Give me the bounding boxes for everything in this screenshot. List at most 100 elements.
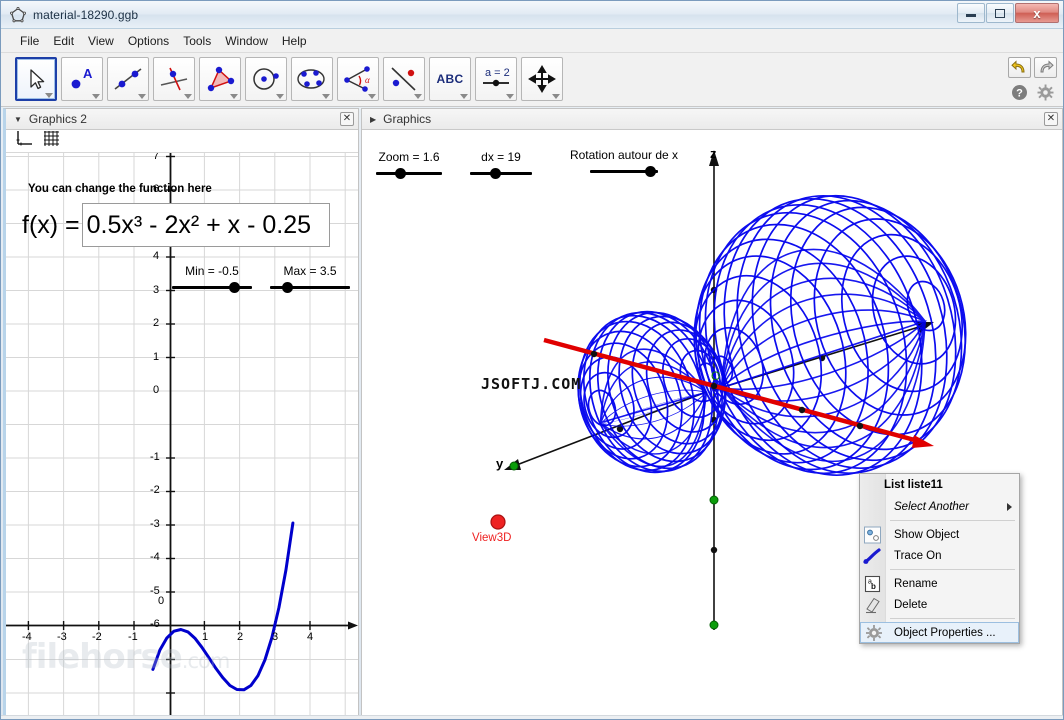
x-tick-2: 2 xyxy=(237,631,243,643)
graphics2-panel: ▼ Graphics 2 ✕ xyxy=(3,108,359,718)
close-button[interactable]: x xyxy=(1015,3,1059,23)
y-tick-4: 4 xyxy=(153,250,159,262)
point-tool[interactable]: A xyxy=(61,57,103,101)
x-tick--2: -2 xyxy=(92,631,102,643)
y-tick--5: -5 xyxy=(150,585,160,597)
jsoftj-watermark: JSOFTJ.COM xyxy=(481,375,581,393)
y-tick--2: -2 xyxy=(150,484,160,496)
graphics3d-close-button[interactable]: ✕ xyxy=(1044,112,1058,126)
axes-icon[interactable] xyxy=(16,130,33,152)
chevron-right-icon[interactable]: ▶ xyxy=(370,115,376,124)
move-graphics-view-icon xyxy=(528,65,556,93)
x-tick-3: 3 xyxy=(272,631,278,643)
menu-tools[interactable]: Tools xyxy=(176,31,218,51)
function-input-row: f(x) = 0.5x³ - 2x² + x - 0.25 xyxy=(22,203,330,247)
svg-text:b: b xyxy=(871,582,876,591)
context-menu-separator xyxy=(890,520,1015,521)
gear-icon xyxy=(1037,84,1054,101)
reflect-tool[interactable] xyxy=(383,57,425,101)
context-menu-item-label: Show Object xyxy=(894,529,959,541)
context-menu-item-object-properties[interactable]: Object Properties ... xyxy=(860,622,1019,643)
graphics2-close-button[interactable]: ✕ xyxy=(340,112,354,126)
x-tick--1: -1 xyxy=(128,631,138,643)
max-slider-track[interactable] xyxy=(270,281,350,293)
delete-eraser-icon xyxy=(863,596,883,614)
graphics3d-panel-title: Graphics xyxy=(383,112,431,126)
angle-tool[interactable]: α xyxy=(337,57,379,101)
reflect-about-line-icon xyxy=(388,65,420,93)
polygon-tool[interactable] xyxy=(199,57,241,101)
help-icon: ? xyxy=(1011,84,1028,101)
minimize-button[interactable] xyxy=(957,3,985,23)
menu-help[interactable]: Help xyxy=(275,31,314,51)
undo-icon xyxy=(1011,60,1028,75)
menu-view[interactable]: View xyxy=(81,31,121,51)
line-tool[interactable] xyxy=(107,57,149,101)
context-menu-item-select-another[interactable]: Select Another xyxy=(860,496,1019,517)
y-tick--1: -1 xyxy=(150,451,160,463)
context-menu-separator xyxy=(890,618,1015,619)
y-tick--4: -4 xyxy=(150,551,160,563)
move-tool[interactable] xyxy=(15,57,57,101)
menu-edit[interactable]: Edit xyxy=(46,31,81,51)
text-tool[interactable]: ABC xyxy=(429,57,471,101)
y-axis-label: y xyxy=(496,456,503,471)
perpendicular-line-icon xyxy=(158,65,190,93)
point-a-icon: A xyxy=(66,65,98,93)
redo-button[interactable] xyxy=(1034,57,1057,78)
y-tick-3: 3 xyxy=(153,284,159,296)
status-bar xyxy=(1,715,1063,719)
min-slider-track[interactable] xyxy=(172,281,252,293)
graphics2-canvas[interactable]: -4 -3 -2 -1 1 2 3 4 0 7 6 5 4 3 2 1 0 -1… xyxy=(6,153,358,717)
submenu-arrow-icon xyxy=(1007,503,1012,511)
settings-button[interactable] xyxy=(1034,82,1057,103)
undo-button[interactable] xyxy=(1008,57,1031,78)
move-graphics-tool[interactable] xyxy=(521,57,563,101)
chevron-down-icon[interactable]: ▼ xyxy=(14,115,22,124)
max-slider-knob[interactable] xyxy=(282,282,293,293)
x-tick-4: 4 xyxy=(307,631,313,643)
menu-window[interactable]: Window xyxy=(218,31,275,51)
origin-3d-label: O xyxy=(711,369,720,383)
circle-tool[interactable] xyxy=(245,57,287,101)
graphics2-style-bar xyxy=(6,130,358,153)
max-slider-label: Max = 3.5 xyxy=(270,264,350,278)
min-slider[interactable]: Min = -0.5 xyxy=(172,264,252,293)
menu-file[interactable]: File xyxy=(13,31,46,51)
title-bar: material-18290.ggb x xyxy=(1,1,1063,29)
y-tick-7: 7 xyxy=(153,153,159,162)
window-title: material-18290.ggb xyxy=(33,8,138,22)
function-input[interactable]: 0.5x³ - 2x² + x - 0.25 xyxy=(82,203,330,247)
slider-tool[interactable]: a = 2 xyxy=(475,57,517,101)
y-tick--3: -3 xyxy=(150,518,160,530)
context-menu-item-delete[interactable]: Delete xyxy=(860,594,1019,615)
context-menu-item-rename[interactable]: a b Rename xyxy=(860,573,1019,594)
context-menu-item-label: Object Properties ... xyxy=(894,627,996,639)
toolbar-right-buttons: ? xyxy=(1008,57,1057,103)
abc-text-icon: ABC xyxy=(437,72,464,86)
graphics3d-panel-header: ▶ Graphics ✕ xyxy=(362,109,1062,130)
x-tick--3: -3 xyxy=(57,631,67,643)
geogebra-icon xyxy=(10,7,26,23)
perpendicular-line-tool[interactable] xyxy=(153,57,195,101)
context-menu-item-label: Delete xyxy=(894,599,927,611)
x-tick--4: -4 xyxy=(22,631,32,643)
menu-bar: File Edit View Options Tools Window Help xyxy=(1,29,1063,53)
trace-on-icon xyxy=(863,547,883,565)
max-slider[interactable]: Max = 3.5 xyxy=(270,264,350,293)
context-menu-item-label: Select Another xyxy=(894,501,969,513)
conic-tool[interactable] xyxy=(291,57,333,101)
context-menu-item-show-object[interactable]: Show Object xyxy=(860,524,1019,545)
maximize-button[interactable] xyxy=(986,3,1014,23)
gear-icon xyxy=(864,624,884,642)
graphics2-panel-title: Graphics 2 xyxy=(29,112,87,126)
x-tick-1: 1 xyxy=(202,631,208,643)
min-slider-label: Min = -0.5 xyxy=(172,264,252,278)
help-button[interactable]: ? xyxy=(1008,82,1031,103)
y-tick-0: 0 xyxy=(153,384,159,396)
redo-icon xyxy=(1037,60,1054,75)
grid-icon[interactable] xyxy=(43,130,60,152)
min-slider-knob[interactable] xyxy=(229,282,240,293)
context-menu-item-trace-on[interactable]: Trace On xyxy=(860,545,1019,566)
menu-options[interactable]: Options xyxy=(121,31,176,51)
